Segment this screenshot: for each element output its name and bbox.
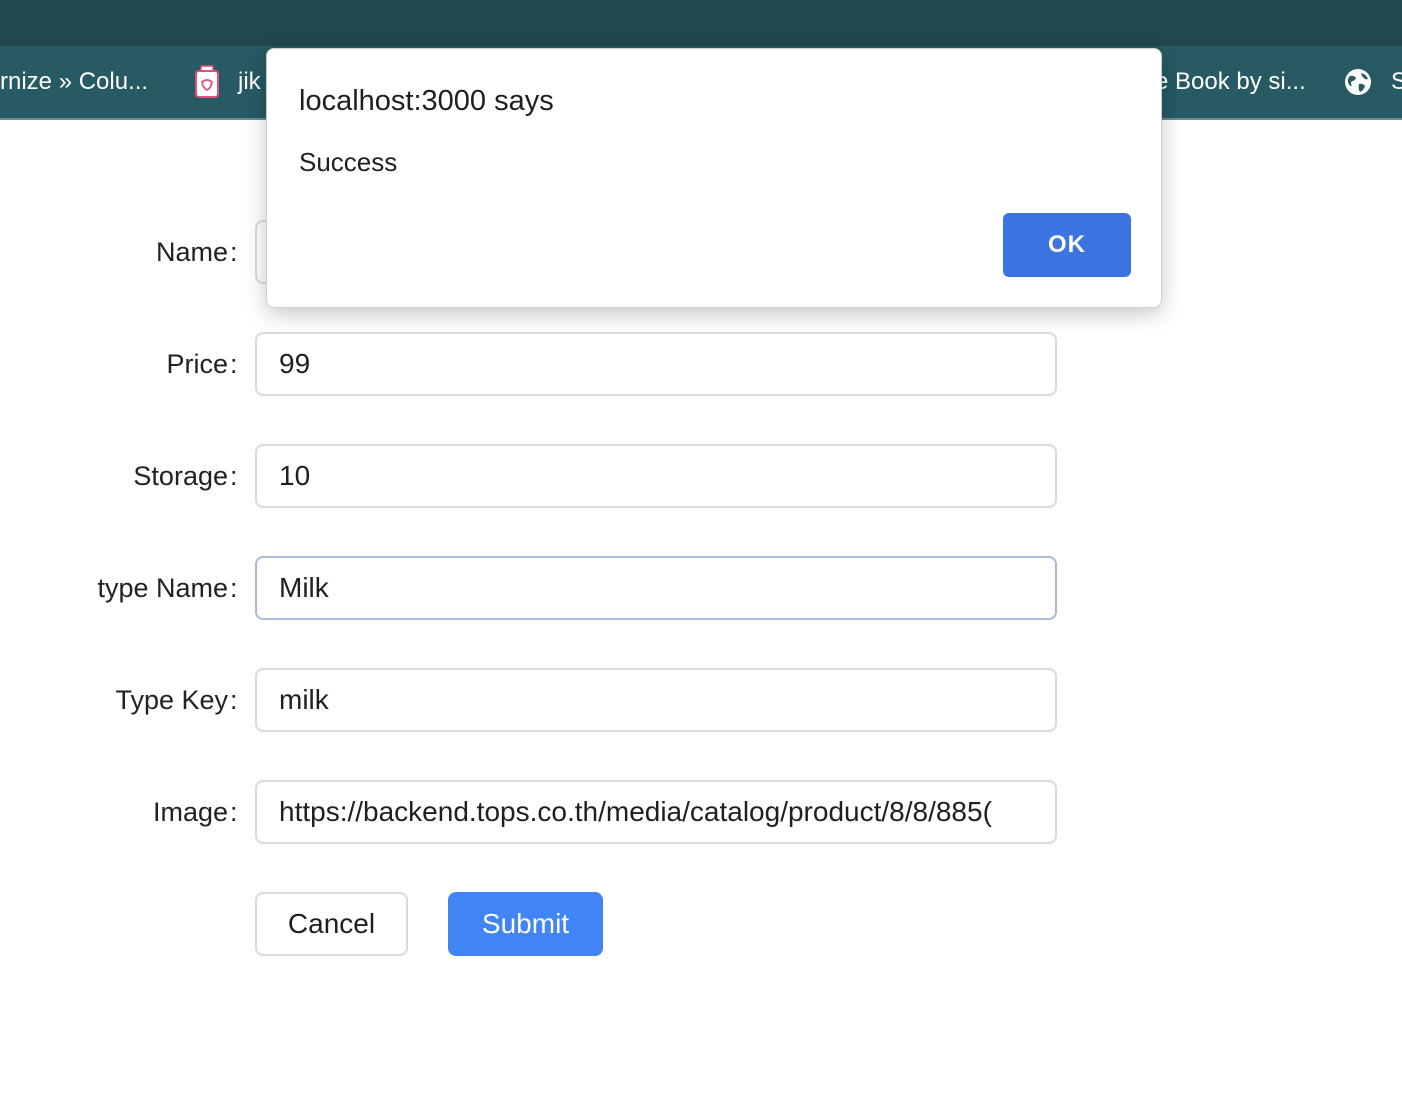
globe-icon (1343, 67, 1373, 97)
name-colon: : (230, 237, 238, 267)
form-row-type-name: type Name : (0, 556, 1100, 620)
price-field[interactable] (255, 332, 1057, 396)
bookmark-label: rnize » Colu... (0, 68, 149, 95)
bookmark-label: e Book by si... (1155, 68, 1306, 95)
type-key-colon: : (230, 685, 238, 715)
form-row-type-key: Type Key : (0, 668, 1100, 732)
dialog-message: Success (299, 147, 398, 177)
image-colon: : (230, 797, 238, 827)
form-row-price: Price : (0, 332, 1100, 396)
form-row-storage: Storage : (0, 444, 1100, 508)
alert-dialog: localhost:3000 says Success OK (266, 48, 1162, 308)
type-name-field[interactable] (255, 556, 1057, 620)
bookmark-label: jik (238, 68, 261, 95)
jar-icon (194, 65, 220, 99)
bookmark-globe[interactable]: S (1343, 46, 1402, 118)
storage-label: Storage (133, 461, 228, 491)
form-row-image: Image : (0, 780, 1100, 844)
image-label: Image (152, 797, 228, 827)
type-name-label: type Name (97, 573, 228, 603)
bookmark-modernize[interactable]: rnize » Colu... (0, 46, 148, 118)
bookmark-jik[interactable]: jik (194, 46, 261, 118)
price-label: Price (166, 349, 228, 379)
dialog-title: localhost:3000 says (299, 85, 554, 117)
type-key-label: Type Key (115, 685, 228, 715)
cancel-button[interactable]: Cancel (255, 892, 408, 956)
image-url-field[interactable] (255, 780, 1057, 844)
name-label: Name (155, 237, 228, 267)
price-colon: : (230, 349, 238, 379)
submit-button[interactable]: Submit (448, 892, 603, 956)
type-name-colon: : (230, 573, 238, 603)
bookmark-label: S (1391, 68, 1402, 96)
storage-field[interactable] (255, 444, 1057, 508)
browser-top-strip (0, 0, 1402, 46)
storage-colon: : (230, 461, 238, 491)
type-key-field[interactable] (255, 668, 1057, 732)
bookmark-book[interactable]: e Book by si... (1155, 46, 1306, 118)
ok-button[interactable]: OK (1003, 213, 1131, 277)
